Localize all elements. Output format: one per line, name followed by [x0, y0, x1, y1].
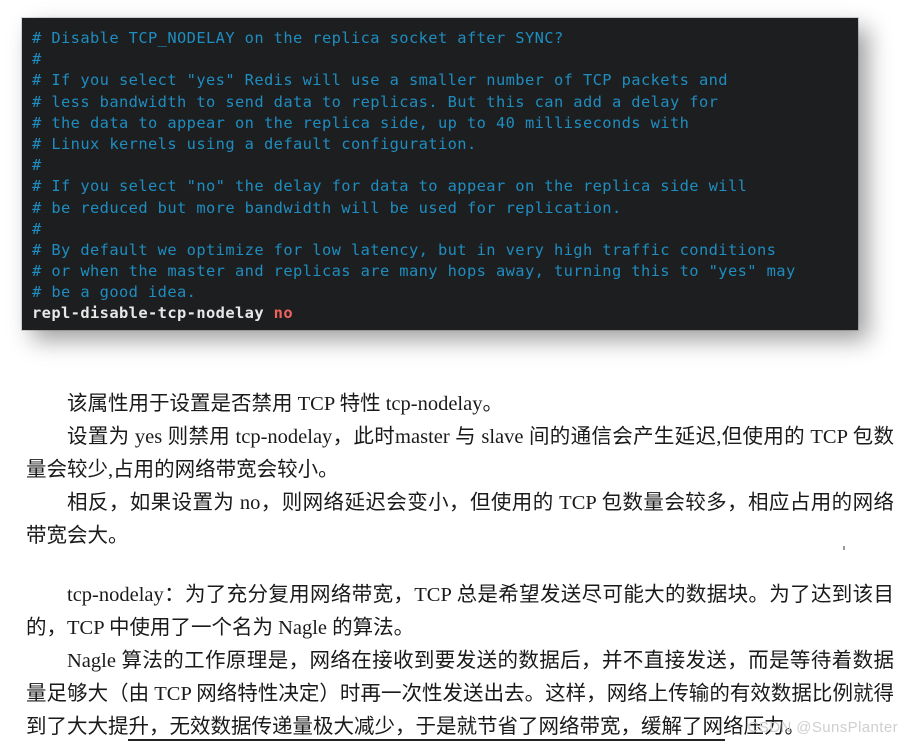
config-directive-key: repl-disable-tcp-nodelay	[32, 304, 264, 323]
paragraph-3: 相反，如果设置为 no，则网络延迟会变小，但使用的 TCP 包数量会较多，相应占…	[26, 492, 894, 547]
terminal-comment-text: # Disable TCP_NODELAY on the replica soc…	[32, 29, 564, 47]
terminal-line: # the data to appear on the replica side…	[32, 113, 858, 134]
terminal-comment-text: # be a good idea.	[32, 283, 197, 302]
terminal-comment-text: # be reduced but more bandwidth will be …	[32, 198, 622, 217]
paragraph-1: 该属性用于设置是否禁用 TCP 特性 tcp-nodelay。	[67, 393, 503, 415]
terminal-line: # Linux kernels using a default configur…	[32, 134, 858, 155]
terminal-line: # be reduced but more bandwidth will be …	[32, 198, 858, 219]
terminal-text-body: # Disable TCP_NODELAY on the replica soc…	[32, 28, 858, 325]
paragraph-4: tcp-nodelay：为了充分复用网络带宽，TCP 总是希望发送尽可能大的数据…	[26, 584, 894, 639]
terminal-line: # If you select "no" the delay for data …	[32, 176, 858, 197]
terminal-line: # or when the master and replicas are ma…	[32, 261, 858, 282]
terminal-screenshot: # Disable TCP_NODELAY on the replica soc…	[22, 18, 858, 330]
terminal-comment-text: # Linux kernels using a default configur…	[32, 134, 477, 153]
bottom-divider	[128, 739, 725, 741]
article-body: 该属性用于设置是否禁用 TCP 特性 tcp-nodelay。 设置为 yes …	[26, 388, 894, 744]
terminal-comment-text: # If you select "yes" Redis will use a s…	[32, 71, 728, 90]
terminal-line: # Disable TCP_NODELAY on the replica soc…	[32, 28, 858, 49]
terminal-comment-text: # less bandwidth to send data to replica…	[32, 92, 719, 111]
terminal-line: # be a good idea.	[32, 282, 858, 303]
terminal-line: # less bandwidth to send data to replica…	[32, 92, 858, 113]
terminal-line: #	[32, 49, 858, 70]
terminal-line: #	[32, 155, 858, 176]
terminal-line: repl-disable-tcp-nodelay no	[32, 303, 858, 324]
terminal-comment-text: #	[32, 219, 42, 238]
terminal-line: # By default we optimize for low latency…	[32, 240, 858, 261]
config-directive-value: no	[273, 304, 293, 323]
scan-artifact-dot	[843, 546, 845, 550]
terminal-comment-text: #	[32, 50, 42, 69]
terminal-comment-text: # the data to appear on the replica side…	[32, 113, 690, 132]
terminal-comment-text: #	[32, 156, 42, 175]
csdn-watermark: CSDN @SunsPlanter	[747, 719, 898, 736]
terminal-comment-text: # or when the master and replicas are ma…	[32, 262, 796, 281]
paragraph-2: 设置为 yes 则禁用 tcp-nodelay，此时master 与 slave…	[26, 426, 894, 481]
terminal-comment-text: # By default we optimize for low latency…	[32, 240, 777, 259]
terminal-line: # If you select "yes" Redis will use a s…	[32, 70, 858, 91]
terminal-comment-text: # If you select "no" the delay for data …	[32, 177, 748, 196]
terminal-line: #	[32, 219, 858, 240]
